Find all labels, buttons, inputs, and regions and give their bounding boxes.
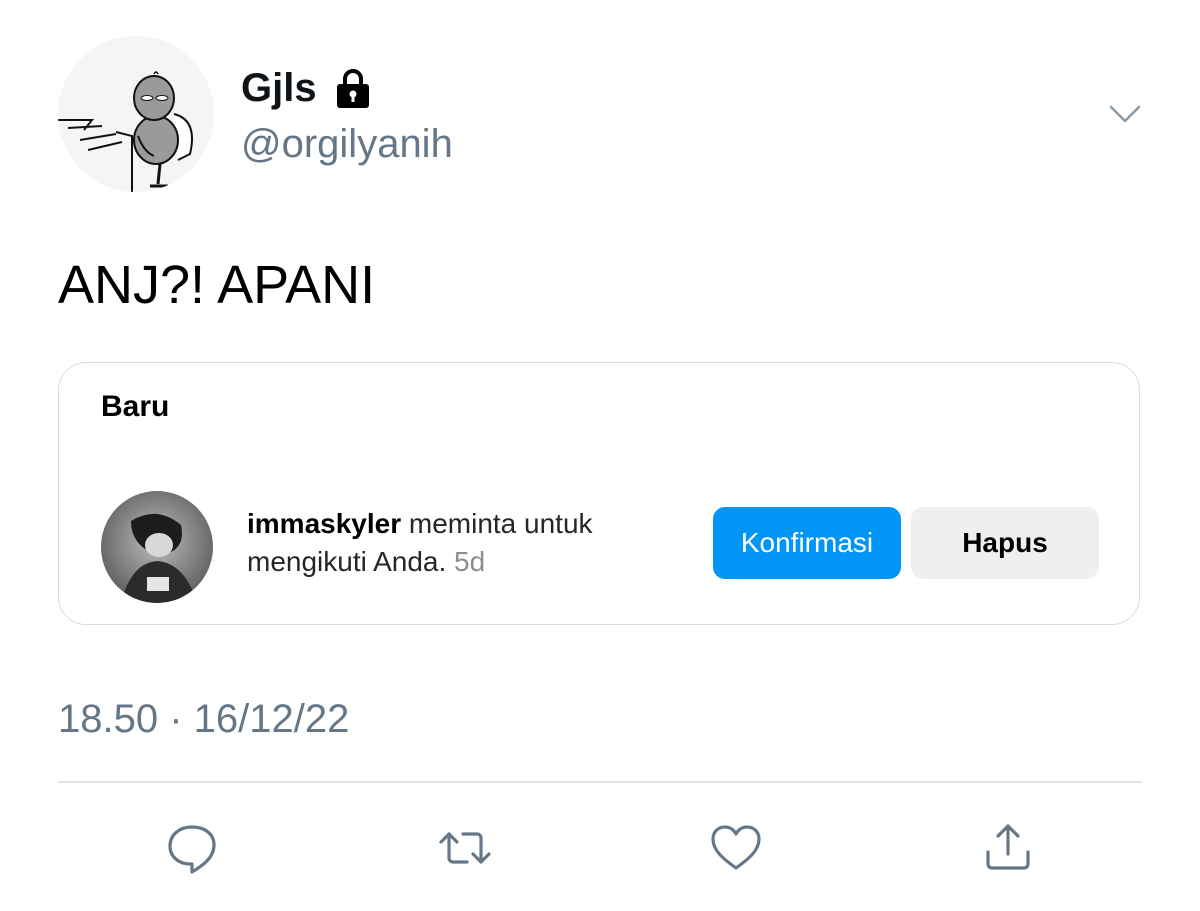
lock-icon (336, 69, 369, 108)
divider (58, 781, 1142, 783)
author-avatar[interactable] (58, 36, 214, 192)
display-name[interactable]: Gjls (241, 64, 317, 112)
reply-icon[interactable] (164, 820, 220, 876)
confirm-button[interactable]: Konfirmasi (713, 507, 901, 579)
author-avatar-illustration (58, 36, 214, 192)
card-title: Baru (101, 390, 170, 423)
requester-avatar[interactable] (101, 491, 213, 603)
requester-avatar-photo (101, 491, 213, 603)
request-time: 5d (454, 546, 486, 577)
embedded-image-card[interactable]: Baru immaskyler meminta untuk mengikuti … (58, 362, 1140, 625)
display-name-row: Gjls (241, 64, 375, 112)
delete-button[interactable]: Hapus (911, 507, 1099, 579)
follow-request-text: immaskyler meminta untuk mengikuti Anda.… (247, 505, 687, 581)
chevron-down-icon[interactable] (1108, 102, 1142, 126)
requester-username[interactable]: immaskyler (247, 508, 401, 539)
tweet-text: ANJ?! APANI (58, 255, 376, 315)
heart-icon[interactable] (708, 820, 764, 876)
tweet-timestamp[interactable]: 18.50 · 16/12/22 (58, 694, 349, 744)
user-handle[interactable]: @orgilyanih (241, 120, 453, 168)
retweet-icon[interactable] (437, 820, 493, 876)
share-icon[interactable] (980, 820, 1036, 876)
